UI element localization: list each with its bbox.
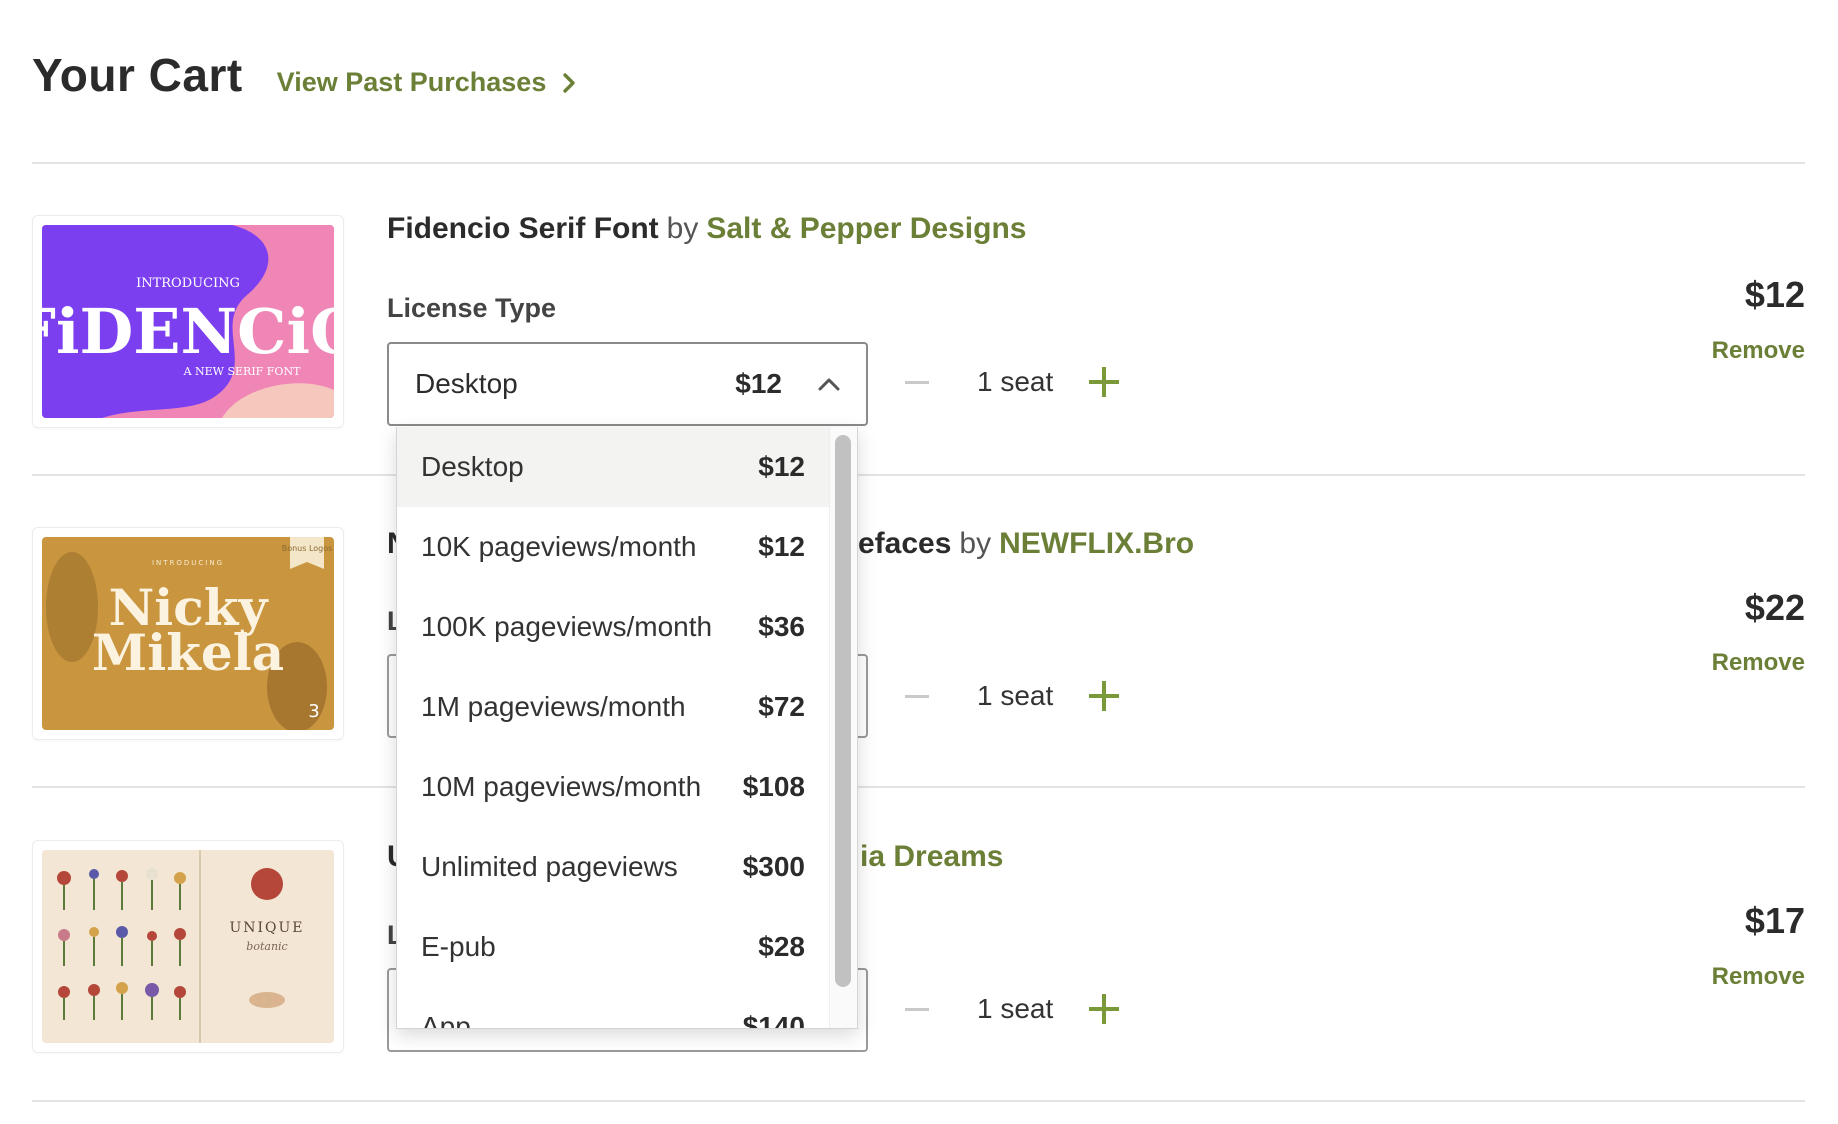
selected-license: Desktop (415, 368, 518, 399)
divider (32, 786, 1805, 788)
item-price: $22 (1744, 587, 1805, 628)
divider (32, 1100, 1805, 1102)
remove-button[interactable]: Remove (1712, 649, 1805, 677)
option-label: E-pub (421, 931, 496, 962)
svg-text:INTRODUCING: INTRODUCING (136, 276, 240, 291)
license-option[interactable]: 10M pageviews/month $108 (397, 747, 831, 827)
item-price: $17 (1744, 900, 1805, 941)
dropdown-scrollbar[interactable] (829, 427, 857, 1028)
svg-text:3: 3 (308, 701, 319, 722)
cart-header: Your Cart View Past Purchases (32, 48, 576, 102)
svg-text:botanic: botanic (246, 940, 287, 953)
option-price: $72 (758, 691, 805, 722)
product-thumbnail-fidencio[interactable]: INTRODUCING FiDENCiO A NEW SERIF FONT (32, 215, 344, 428)
product-title-visible: efaces by NEWFLIX.Bro (858, 527, 1194, 561)
option-label: 10M pageviews/month (421, 771, 702, 802)
chevron-right-icon (563, 72, 576, 93)
unique-botanic-artwork: UNIQUE botanic (42, 850, 334, 1043)
license-option[interactable]: E-pub $28 (397, 907, 831, 987)
past-purchases-label: View Past Purchases (276, 67, 547, 97)
product-thumbnail-unique-botanic[interactable]: UNIQUE botanic (32, 840, 344, 1053)
license-option[interactable]: Desktop $12 (397, 427, 831, 507)
remove-button[interactable]: Remove (1712, 963, 1805, 991)
fidencio-artwork: INTRODUCING FiDENCiO A NEW SERIF FONT (42, 225, 334, 418)
option-label: App (421, 1011, 471, 1029)
license-option[interactable]: Unlimited pageviews $300 (397, 827, 831, 907)
license-option[interactable]: App $140 (397, 987, 831, 1029)
option-label: 10K pageviews/month (421, 531, 697, 562)
author-link[interactable]: ia Dreams (860, 840, 1003, 874)
page-title: Your Cart (32, 49, 243, 101)
svg-text:INTRODUCING: INTRODUCING (152, 559, 224, 567)
author-link[interactable]: Salt & Pepper Designs (706, 212, 1026, 245)
selected-license-price: $12 (735, 368, 782, 399)
item-price: $12 (1744, 274, 1805, 315)
increase-seat-button[interactable] (1089, 367, 1120, 397)
svg-text:FiDENCiO: FiDENCiO (42, 295, 334, 368)
remove-button[interactable]: Remove (1712, 337, 1805, 365)
view-past-purchases-link[interactable]: View Past Purchases (277, 67, 577, 98)
seat-stepper: 1 seat (905, 357, 1120, 407)
increase-seat-button[interactable] (1089, 681, 1120, 711)
decrease-seat-button[interactable] (905, 380, 929, 384)
svg-text:UNIQUE: UNIQUE (229, 920, 304, 936)
nicky-mikela-artwork: Bonus Logos INTRODUCING Nicky Mikela 3 (42, 537, 334, 730)
option-price: $28 (758, 931, 805, 962)
by-text: by (959, 527, 992, 560)
svg-text:Mikela: Mikela (92, 623, 284, 682)
license-type-label: License Type (387, 293, 557, 323)
license-option[interactable]: 10K pageviews/month $12 (397, 507, 831, 587)
svg-text:Bonus Logos: Bonus Logos (282, 544, 333, 553)
product-title: Fidencio Serif Font by Salt & Pepper Desig… (387, 212, 1026, 246)
divider (32, 474, 1805, 476)
decrease-seat-button[interactable] (905, 1007, 929, 1011)
increase-seat-button[interactable] (1089, 994, 1120, 1024)
license-type-select[interactable]: Desktop $12 (387, 342, 868, 426)
product-name-suffix[interactable]: efaces (858, 527, 951, 560)
license-option[interactable]: 100K pageviews/month $36 (397, 587, 831, 667)
option-price: $300 (742, 851, 805, 882)
seat-stepper: 1 seat (905, 671, 1120, 721)
option-price: $36 (758, 611, 805, 642)
by-text: by (666, 212, 699, 245)
svg-text:A NEW SERIF FONT: A NEW SERIF FONT (183, 365, 301, 378)
decrease-seat-button[interactable] (905, 694, 929, 698)
divider (32, 162, 1805, 164)
author-link[interactable]: NEWFLIX.Bro (999, 527, 1194, 560)
seat-count: 1 seat (977, 680, 1054, 711)
option-label: 1M pageviews/month (421, 691, 686, 722)
option-price: $12 (758, 451, 805, 482)
license-type-dropdown[interactable]: Desktop $12 10K pageviews/month $12 100K… (396, 427, 858, 1029)
license-option[interactable]: 1M pageviews/month $72 (397, 667, 831, 747)
seat-count: 1 seat (977, 993, 1054, 1024)
chevron-up-icon (818, 378, 840, 391)
option-label: Desktop (421, 451, 524, 482)
option-price: $140 (742, 1011, 805, 1029)
seat-count: 1 seat (977, 366, 1054, 397)
product-thumbnail-nicky-mikela[interactable]: Bonus Logos INTRODUCING Nicky Mikela 3 (32, 527, 344, 740)
product-name[interactable]: Fidencio Serif Font (387, 212, 659, 245)
seat-stepper: 1 seat (905, 984, 1120, 1034)
option-label: Unlimited pageviews (421, 851, 678, 882)
dropdown-scrollbar-thumb[interactable] (835, 435, 851, 987)
option-price: $12 (758, 531, 805, 562)
option-price: $108 (742, 771, 805, 802)
option-label: 100K pageviews/month (421, 611, 713, 642)
